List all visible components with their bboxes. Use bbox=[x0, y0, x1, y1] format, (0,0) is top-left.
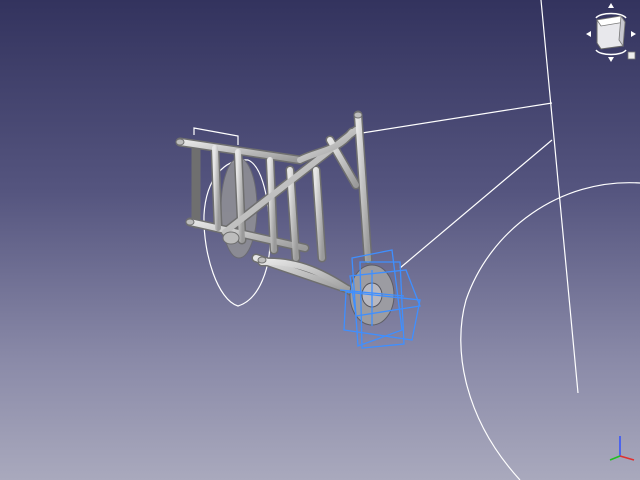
model-scene[interactable] bbox=[0, 0, 640, 480]
rotate-down-arrow[interactable] bbox=[608, 57, 614, 62]
view-menu-button[interactable] bbox=[627, 51, 636, 60]
x-axis-line bbox=[619, 455, 635, 461]
rear-hub-selected[interactable] bbox=[339, 249, 421, 349]
rotate-up-arrow[interactable] bbox=[608, 3, 614, 8]
rotate-left-arrow[interactable] bbox=[586, 31, 591, 37]
navigation-cube[interactable] bbox=[584, 2, 638, 64]
upper-reference-line[interactable] bbox=[361, 102, 553, 134]
frame[interactable] bbox=[175, 110, 373, 297]
rotate-right-arrow[interactable] bbox=[631, 31, 636, 37]
diagonal-reference-line[interactable] bbox=[399, 139, 553, 269]
vertical-reference-line[interactable] bbox=[540, 0, 579, 394]
y-axis-line bbox=[609, 455, 621, 461]
axis-indicator bbox=[609, 436, 635, 461]
3d-viewport[interactable] bbox=[0, 0, 640, 480]
view-menu-cube[interactable] bbox=[596, 14, 626, 50]
